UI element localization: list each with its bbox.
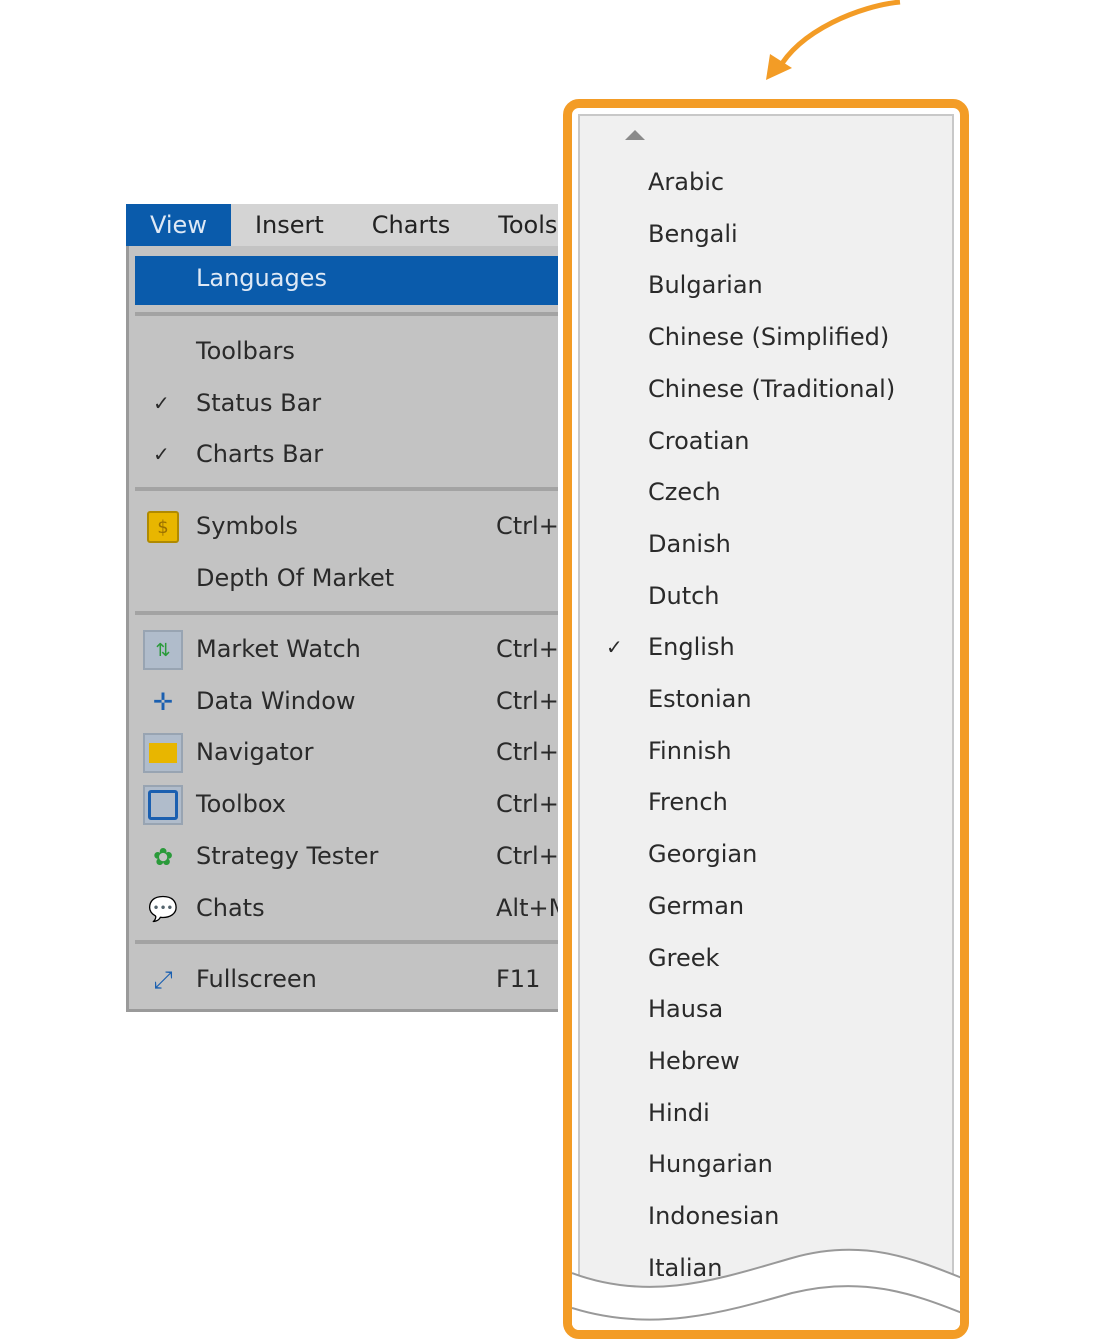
menu-item-toolbars[interactable]: Toolbars: [129, 329, 558, 375]
torn-edge: [572, 1248, 960, 1330]
menu-item-label: Charts Bar: [196, 440, 324, 468]
shortcut-label: F11: [496, 965, 541, 993]
menu-item-market-watch[interactable]: ⇅ Market Watch Ctrl+M: [129, 627, 558, 673]
menu-item-depth-of-market[interactable]: Depth Of Market: [129, 556, 558, 602]
crosshair-icon: ✛: [152, 687, 174, 716]
menu-item-label: Depth Of Market: [196, 564, 395, 592]
dollar-icon: $: [143, 507, 183, 547]
market-watch-icon: ⇅: [143, 630, 183, 670]
toolbox-icon: [143, 785, 183, 826]
gear-check-icon: ✿: [152, 842, 174, 871]
menu-item-strategy-tester[interactable]: ✿ Strategy Tester Ctrl+: [129, 834, 558, 880]
separator: [135, 312, 558, 316]
menu-item-toolbox[interactable]: Toolbox Ctrl+: [129, 782, 558, 828]
expand-icon: ⤢: [153, 966, 173, 994]
menu-item-languages[interactable]: Languages: [135, 256, 558, 305]
menu-view[interactable]: View: [126, 204, 231, 246]
chat-icon: 💬: [148, 894, 178, 923]
shortcut-label: Ctrl+: [496, 686, 558, 715]
menu-item-label: Data Window: [196, 686, 356, 715]
menu-item-data-window[interactable]: ✛ Data Window Ctrl+: [129, 679, 558, 725]
menu-item-status-bar[interactable]: ✓ Status Bar: [129, 381, 558, 427]
separator: [135, 487, 558, 491]
menu-insert[interactable]: Insert: [231, 204, 348, 246]
check-icon: ✓: [153, 442, 170, 466]
shortcut-label: Ctrl+: [496, 790, 558, 819]
pointer-arrow: [766, 0, 901, 80]
shortcut-label: Ctrl+M: [496, 635, 558, 663]
languages-callout: Arabic Bengali Bulgarian Chinese (Simplifie…: [563, 99, 969, 1339]
check-icon: ✓: [153, 390, 170, 415]
shortcut-label: Alt+M: [496, 893, 558, 922]
menu-item-symbols[interactable]: $ Symbols Ctrl+: [129, 504, 558, 550]
folder-icon: [143, 733, 183, 774]
separator: [135, 940, 558, 944]
shortcut-label: Ctrl+: [496, 512, 558, 540]
menu-bar: View Insert Charts Tools: [126, 204, 558, 246]
menu-item-label: Chats: [196, 893, 265, 922]
menu-item-label: Fullscreen: [196, 965, 317, 993]
menu-item-label: Status Bar: [196, 388, 322, 417]
menu-item-charts-bar[interactable]: ✓ Charts Bar: [129, 432, 558, 478]
menu-item-label: Navigator: [196, 738, 314, 767]
menu-item-label: Languages: [196, 264, 327, 292]
shortcut-label: Ctrl+: [496, 841, 558, 870]
menu-item-label: Strategy Tester: [196, 841, 379, 870]
menu-item-label: Toolbox: [196, 790, 286, 819]
separator: [135, 611, 558, 615]
menu-item-label: Toolbars: [196, 337, 295, 365]
shortcut-label: Ctrl+N: [496, 738, 558, 767]
menu-item-label: Market Watch: [196, 635, 361, 663]
menu-item-chats[interactable]: 💬 Chats Alt+M: [129, 886, 558, 932]
menu-item-navigator[interactable]: Navigator Ctrl+N: [129, 730, 558, 776]
menu-item-fullscreen[interactable]: ⤢ Fullscreen F11: [129, 957, 558, 1003]
menu-charts[interactable]: Charts: [348, 204, 474, 246]
menu-item-label: Symbols: [196, 512, 298, 540]
view-menu: Languages Toolbars ✓ Status Bar ✓ Charts Bar…: [126, 246, 558, 1012]
